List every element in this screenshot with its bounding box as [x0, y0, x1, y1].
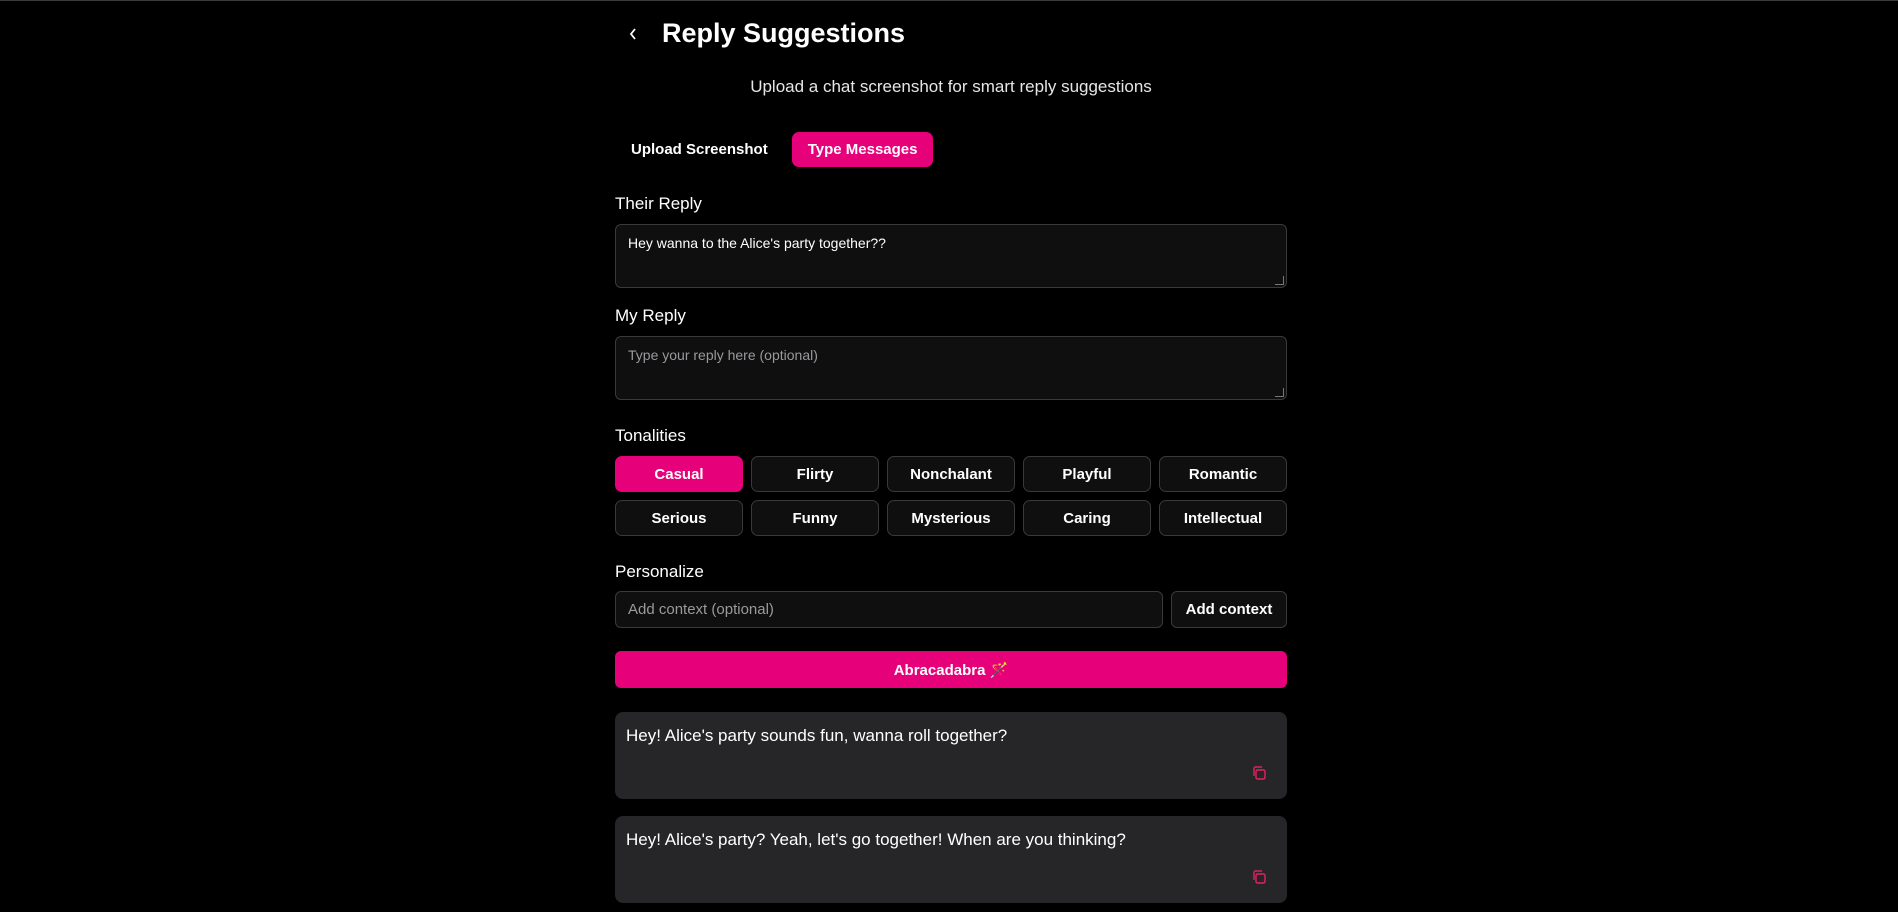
resize-handle[interactable]	[1275, 276, 1284, 285]
tone-flirty[interactable]: Flirty	[751, 456, 879, 492]
their-reply-label: Their Reply	[615, 194, 702, 213]
tone-playful[interactable]: Playful	[1023, 456, 1151, 492]
their-reply-value: Hey wanna to the Alice's party together?…	[628, 235, 886, 251]
tone-funny[interactable]: Funny	[751, 500, 879, 536]
tonality-grid: Casual Flirty Nonchalant Playful Romanti…	[615, 456, 1287, 536]
reply-suggestions-page: Reply Suggestions Upload a chat screensh…	[615, 1, 1287, 903]
their-reply-field[interactable]: Hey wanna to the Alice's party together?…	[615, 224, 1287, 288]
tone-nonchalant[interactable]: Nonchalant	[887, 456, 1015, 492]
my-reply-label: My Reply	[615, 306, 686, 325]
page-title: Reply Suggestions	[662, 18, 906, 48]
chevron-left-icon	[629, 28, 636, 40]
context-placeholder: Add context (optional)	[628, 601, 774, 618]
tone-mysterious[interactable]: Mysterious	[887, 500, 1015, 536]
suggestion-card: Hey! Alice's party sounds fun, wanna rol…	[615, 712, 1287, 799]
tone-serious[interactable]: Serious	[615, 500, 743, 536]
mode-tabs: Upload Screenshot Type Messages	[615, 132, 934, 167]
header: Reply Suggestions	[615, 1, 1287, 67]
tab-upload-screenshot[interactable]: Upload Screenshot	[615, 132, 784, 167]
suggestion-text: Hey! Alice's party? Yeah, let's go toget…	[626, 830, 1126, 849]
tone-caring[interactable]: Caring	[1023, 500, 1151, 536]
tone-intellectual[interactable]: Intellectual	[1159, 500, 1287, 536]
copy-icon[interactable]	[1251, 765, 1267, 781]
tone-casual[interactable]: Casual	[615, 456, 743, 492]
tab-type-messages[interactable]: Type Messages	[791, 132, 934, 167]
generate-button[interactable]: Abracadabra 🪄	[615, 651, 1287, 688]
resize-handle[interactable]	[1275, 388, 1284, 397]
page-subtitle: Upload a chat screenshot for smart reply…	[750, 77, 1152, 96]
my-reply-field[interactable]: Type your reply here (optional)	[615, 336, 1287, 400]
suggestion-card: Hey! Alice's party? Yeah, let's go toget…	[615, 816, 1287, 903]
personalize-row: Add context (optional) Add context	[615, 591, 1287, 628]
add-context-button[interactable]: Add context	[1171, 591, 1287, 628]
personalize-label: Personalize	[615, 562, 704, 581]
back-button[interactable]	[623, 19, 643, 49]
context-input[interactable]: Add context (optional)	[615, 591, 1163, 628]
my-reply-placeholder: Type your reply here (optional)	[628, 347, 818, 363]
copy-icon[interactable]	[1251, 869, 1267, 885]
tonalities-label: Tonalities	[615, 426, 686, 445]
tone-romantic[interactable]: Romantic	[1159, 456, 1287, 492]
suggestion-text: Hey! Alice's party sounds fun, wanna rol…	[626, 726, 1008, 745]
